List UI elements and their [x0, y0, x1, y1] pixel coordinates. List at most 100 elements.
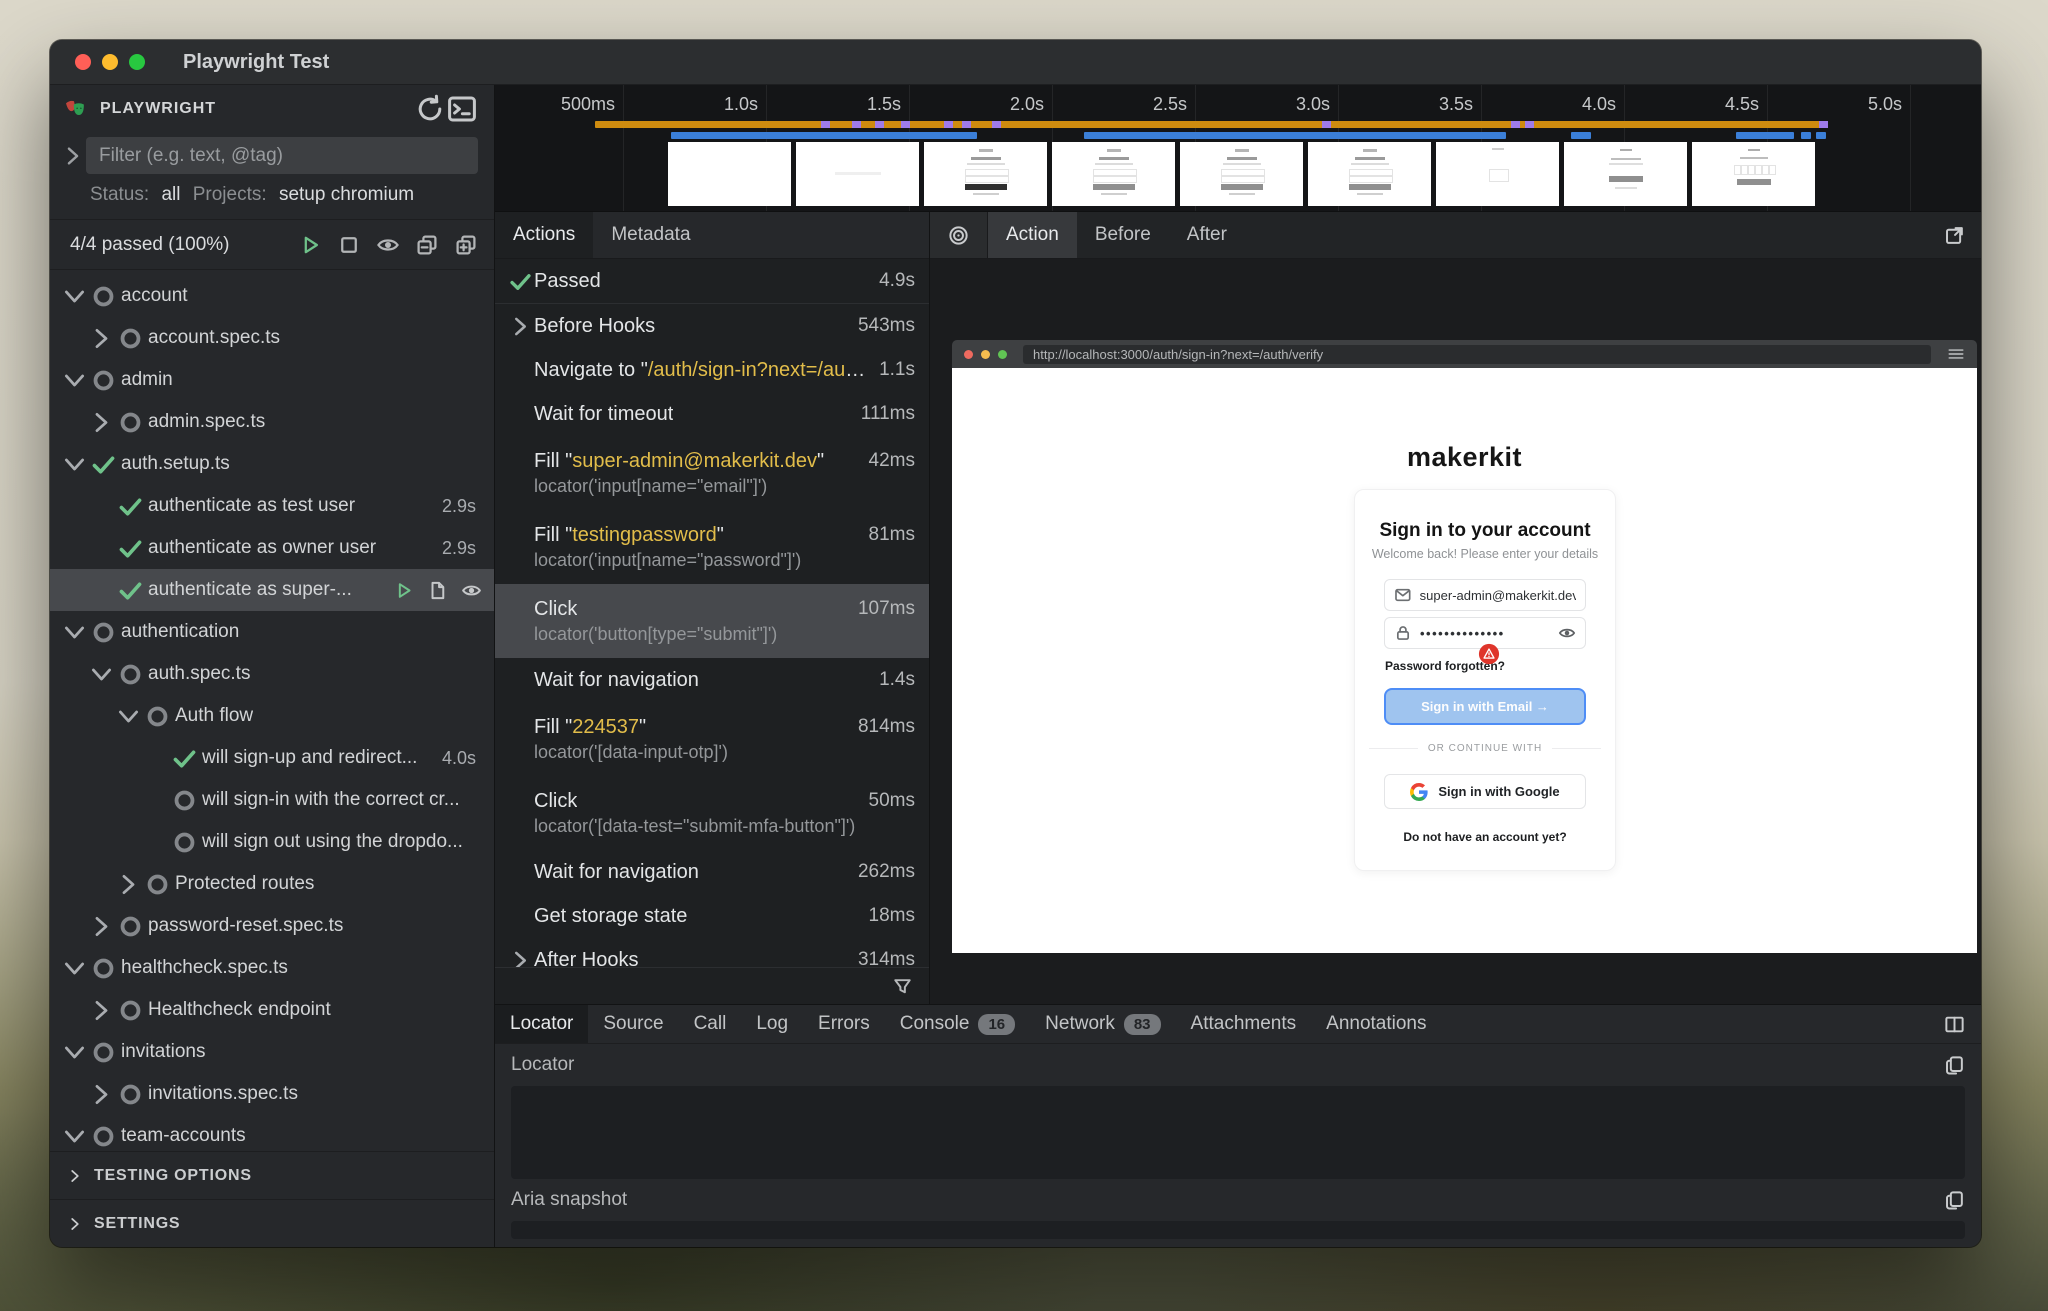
tree-row-authenticate-as-test-user[interactable]: authenticate as test user2.9s — [50, 485, 494, 527]
pick-locator-button[interactable] — [930, 212, 988, 258]
action-row-navigate-to-auth-sign[interactable]: Navigate to "/auth/sign-in?next=/aut...1… — [495, 348, 929, 392]
timeline-action-bar[interactable] — [1571, 132, 1591, 139]
reload-tests-icon[interactable] — [414, 93, 446, 125]
sign-in-google-button[interactable]: Sign in with Google — [1384, 774, 1586, 809]
aria-snapshot-editor[interactable] — [511, 1221, 1965, 1239]
filmstrip-thumbnail[interactable] — [796, 142, 919, 206]
chevron-down-icon[interactable] — [60, 366, 89, 394]
tab-actions[interactable]: Actions — [495, 212, 593, 258]
action-row-click[interactable]: Click50mslocator('[data-test="submit-mfa… — [495, 776, 929, 850]
filter-expand-chevron-icon[interactable] — [60, 143, 86, 169]
sign-in-email-button[interactable]: Sign in with Email → — [1384, 688, 1586, 725]
chevron-right-icon[interactable] — [87, 324, 116, 352]
filter-funnel-icon[interactable] — [892, 976, 913, 997]
chevron-right-icon[interactable] — [114, 870, 143, 898]
filmstrip-thumbnail[interactable] — [924, 142, 1047, 206]
action-row-passed[interactable]: Passed4.9s — [495, 259, 929, 304]
tree-row-healthcheck-endpoint[interactable]: Healthcheck endpoint — [50, 989, 494, 1031]
tab-after[interactable]: After — [1169, 212, 1245, 258]
tab-metadata[interactable]: Metadata — [593, 212, 708, 258]
split-view-icon[interactable] — [1944, 1014, 1965, 1035]
tab-before[interactable]: Before — [1077, 212, 1169, 258]
inspector-tab-errors[interactable]: Errors — [803, 1005, 885, 1043]
tree-row-healthcheck-spec-ts[interactable]: healthcheck.spec.ts — [50, 947, 494, 989]
timeline-action-bar[interactable] — [1801, 132, 1811, 139]
open-snapshot-external-icon[interactable] — [1944, 225, 1965, 246]
tree-row-auth-spec-ts[interactable]: auth.spec.ts — [50, 653, 494, 695]
minimize-window-button[interactable] — [102, 54, 118, 70]
chevron-down-icon[interactable] — [60, 618, 89, 646]
show-password-eye-icon[interactable] — [1558, 624, 1576, 642]
filmstrip-thumbnail[interactable] — [668, 142, 791, 206]
chevron-right-icon[interactable] — [87, 912, 116, 940]
action-row-fill-224537[interactable]: Fill "224537"814mslocator('[data-input-o… — [495, 702, 929, 776]
chevron-down-icon[interactable] — [60, 450, 89, 478]
copy-aria-snapshot-icon[interactable] — [1944, 1190, 1965, 1211]
tree-row-admin-spec-ts[interactable]: admin.spec.ts — [50, 401, 494, 443]
inspector-tab-source[interactable]: Source — [588, 1005, 678, 1043]
inspector-tab-console[interactable]: Console16 — [885, 1005, 1030, 1043]
action-row-click[interactable]: Click107mslocator('button[type="submit"]… — [495, 584, 929, 658]
play-icon[interactable] — [393, 580, 414, 601]
tree-row-will-sign-in-with-the-correct-cr[interactable]: will sign-in with the correct cr... — [50, 779, 494, 821]
tab-action[interactable]: Action — [988, 212, 1077, 258]
chevron-right-icon[interactable] — [87, 408, 116, 436]
filmstrip-thumbnail[interactable] — [1180, 142, 1303, 206]
tree-row-authentication[interactable]: authentication — [50, 611, 494, 653]
section-testing-options[interactable]: TESTING OPTIONS — [50, 1151, 494, 1199]
signup-link[interactable]: Do not have an account yet? — [1355, 830, 1615, 844]
toggle-output-terminal-icon[interactable] — [446, 93, 478, 125]
tree-row-will-sign-up-and-redirect[interactable]: will sign-up and redirect...4.0s — [50, 737, 494, 779]
inspector-tab-call[interactable]: Call — [679, 1005, 742, 1043]
tree-row-team-accounts[interactable]: team-accounts — [50, 1115, 494, 1151]
close-window-button[interactable] — [75, 54, 91, 70]
filmstrip-thumbnail[interactable] — [1692, 142, 1815, 206]
timeline-action-bar[interactable] — [1816, 132, 1826, 139]
chevron-down-icon[interactable] — [60, 1122, 89, 1150]
filmstrip-thumbnail[interactable] — [1436, 142, 1559, 206]
trace-timeline-filmstrip[interactable]: 500ms1.0s1.5s2.0s2.5s3.0s3.5s4.0s4.5s5.0… — [495, 85, 1981, 212]
tree-row-authenticate-as-super[interactable]: authenticate as super-... — [50, 569, 494, 611]
run-all-tests-icon[interactable] — [298, 233, 322, 257]
timeline-action-bar[interactable] — [1736, 132, 1794, 139]
expand-all-icon[interactable] — [454, 233, 478, 257]
watch-all-icon[interactable] — [376, 233, 400, 257]
action-row-wait-for-navigation[interactable]: Wait for navigation262ms — [495, 850, 929, 894]
tree-row-will-sign-out-using-the-dropdo[interactable]: will sign out using the dropdo... — [50, 821, 494, 863]
timeline-action-bar[interactable] — [1084, 132, 1506, 139]
action-row-before-hooks[interactable]: Before Hooks543ms — [495, 304, 929, 348]
inspector-tab-annotations[interactable]: Annotations — [1311, 1005, 1441, 1043]
timeline-network-bar[interactable] — [595, 121, 1825, 128]
eye-icon[interactable] — [461, 580, 482, 601]
tree-row-invitations[interactable]: invitations — [50, 1031, 494, 1073]
action-row-after-hooks[interactable]: After Hooks314ms — [495, 938, 929, 967]
chevron-right-icon[interactable] — [87, 1080, 116, 1108]
timeline-action-bar[interactable] — [671, 132, 977, 139]
tree-row-authenticate-as-owner-user[interactable]: authenticate as owner user2.9s — [50, 527, 494, 569]
action-row-wait-for-timeout[interactable]: Wait for timeout111ms — [495, 392, 929, 436]
action-row-fill-testingpassword[interactable]: Fill "testingpassword"81mslocator('input… — [495, 510, 929, 584]
chevron-down-icon[interactable] — [60, 954, 89, 982]
inspector-tab-locator[interactable]: Locator — [495, 1005, 588, 1043]
action-row-fill-super-admin-maker[interactable]: Fill "super-admin@makerkit.dev"42mslocat… — [495, 436, 929, 510]
tree-row-account[interactable]: account — [50, 275, 494, 317]
filter-input[interactable]: Filter (e.g. text, @tag) — [86, 137, 478, 174]
tree-row-protected-routes[interactable]: Protected routes — [50, 863, 494, 905]
chevron-down-icon[interactable] — [60, 282, 89, 310]
action-row-wait-for-navigation[interactable]: Wait for navigation1.4s — [495, 658, 929, 702]
source-icon[interactable] — [427, 580, 448, 601]
chevron-down-icon[interactable] — [114, 702, 143, 730]
filmstrip-thumbnail[interactable] — [1052, 142, 1175, 206]
chevron-down-icon[interactable] — [87, 660, 116, 688]
tree-row-account-spec-ts[interactable]: account.spec.ts — [50, 317, 494, 359]
filter-status-line[interactable]: Status: all Projects: setup chromium — [50, 184, 494, 220]
tree-row-admin[interactable]: admin — [50, 359, 494, 401]
tree-row-invitations-spec-ts[interactable]: invitations.spec.ts — [50, 1073, 494, 1115]
email-field[interactable]: super-admin@makerkit.dev — [1384, 579, 1586, 611]
filmstrip-thumbnail[interactable] — [1564, 142, 1687, 206]
inspector-tab-log[interactable]: Log — [741, 1005, 803, 1043]
copy-locator-icon[interactable] — [1944, 1055, 1965, 1076]
inspector-tab-attachments[interactable]: Attachments — [1176, 1005, 1312, 1043]
action-row-get-storage-state[interactable]: Get storage state18ms — [495, 894, 929, 938]
section-settings[interactable]: SETTINGS — [50, 1199, 494, 1247]
